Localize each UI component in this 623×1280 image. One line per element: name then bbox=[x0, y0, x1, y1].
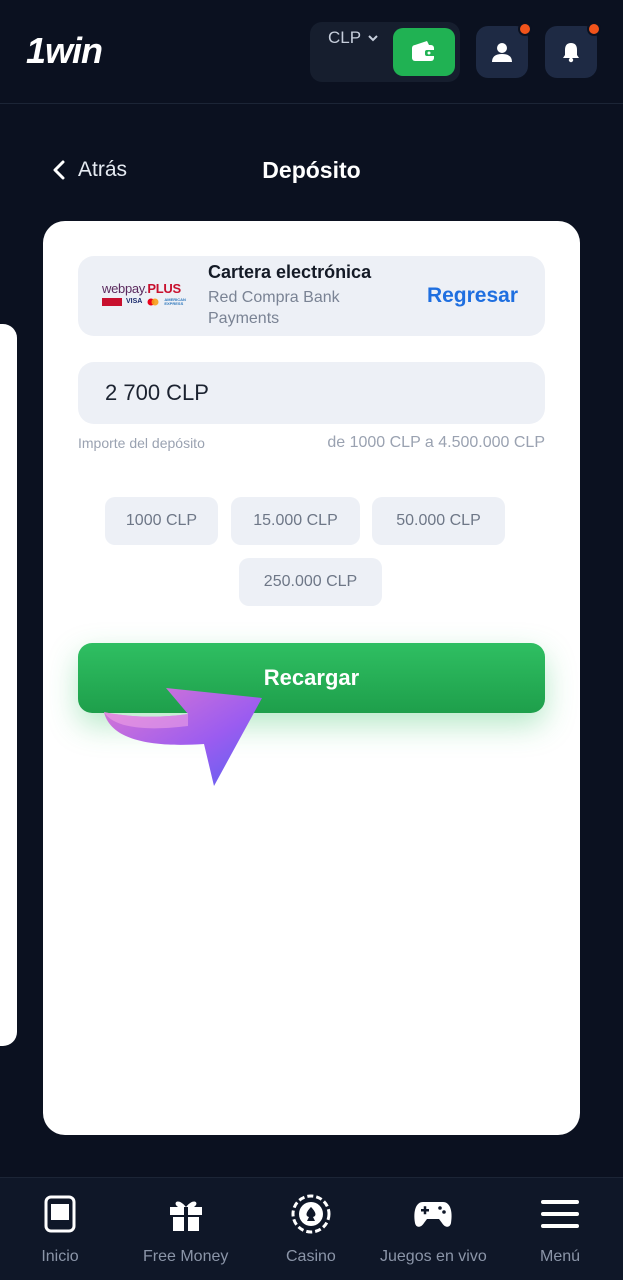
mastercard-logo-icon bbox=[147, 298, 159, 306]
nav-item-juegos-en-vivo[interactable]: Juegos en vivo bbox=[380, 1194, 487, 1266]
wallet-icon bbox=[412, 41, 436, 61]
bell-icon bbox=[563, 43, 579, 63]
webpay-logo-plus: PLUS bbox=[147, 281, 181, 296]
currency-selector[interactable]: CLP bbox=[328, 28, 379, 48]
nav-label: Menú bbox=[540, 1248, 581, 1265]
payment-method-subtitle: Red Compra Bank Payments bbox=[208, 289, 340, 327]
chevron-down-icon bbox=[368, 35, 378, 42]
webpay-plus-logo: webpay.PLUS VISA AMERICAN EXPRESS bbox=[102, 281, 192, 311]
hamburger-menu-icon bbox=[540, 1194, 580, 1234]
top-bar: 1win CLP bbox=[0, 0, 623, 104]
amount-value: 2 700 CLP bbox=[105, 380, 209, 405]
gift-icon bbox=[166, 1194, 206, 1234]
visa-logo: VISA bbox=[126, 298, 143, 305]
notifications-dot bbox=[587, 22, 601, 36]
wallet-box: CLP bbox=[310, 22, 460, 82]
user-icon bbox=[492, 43, 512, 62]
home-tablet-icon bbox=[40, 1194, 80, 1234]
currency-label: CLP bbox=[328, 28, 362, 47]
notifications-button[interactable] bbox=[545, 22, 601, 78]
amount-field[interactable]: 2 700 CLP bbox=[78, 362, 545, 424]
quick-amount-chip[interactable]: 50.000 CLP bbox=[372, 497, 505, 545]
brand-logo[interactable]: 1win bbox=[26, 30, 103, 72]
regresar-link[interactable]: Regresar bbox=[427, 284, 518, 308]
amount-label: Importe del depósito bbox=[78, 435, 205, 451]
pointer-arrow-icon bbox=[104, 688, 262, 786]
nav-item-inicio[interactable]: Inicio bbox=[40, 1194, 80, 1266]
nav-label: Inicio bbox=[41, 1248, 79, 1265]
casino-chip-icon bbox=[291, 1194, 331, 1234]
payment-method-name: Cartera electrónica bbox=[208, 262, 372, 282]
quick-amount-chip[interactable]: 1000 CLP bbox=[105, 497, 218, 545]
redcompra-logo-icon bbox=[102, 298, 122, 306]
nav-label: Free Money bbox=[143, 1248, 229, 1265]
nav-label: Casino bbox=[286, 1248, 336, 1265]
payment-method-card[interactable]: webpay.PLUS VISA AMERICAN EXPRESS Carter… bbox=[78, 256, 545, 336]
page-title: Depósito bbox=[262, 157, 361, 183]
webpay-logo-text: webpay. bbox=[102, 281, 148, 296]
gamepad-icon bbox=[413, 1194, 453, 1234]
deposit-card: webpay.PLUS VISA AMERICAN EXPRESS Carter… bbox=[43, 221, 580, 1135]
nav-item-free-money[interactable]: Free Money bbox=[143, 1194, 228, 1266]
amex-logo: AMERICAN EXPRESS bbox=[164, 297, 186, 306]
side-panel-edge bbox=[0, 324, 17, 1046]
profile-notification-dot bbox=[518, 22, 532, 36]
amount-range: de 1000 CLP a 4.500.000 CLP bbox=[327, 434, 545, 451]
profile-button[interactable] bbox=[476, 22, 532, 78]
wallet-button[interactable] bbox=[393, 28, 455, 76]
quick-amount-chip[interactable]: 15.000 CLP bbox=[231, 497, 360, 545]
bottom-navigation: Inicio Free Money Casino Juegos en vivo … bbox=[0, 1177, 623, 1280]
nav-item-menu[interactable]: Menú bbox=[540, 1194, 580, 1266]
deposit-screen: 1win CLP Atrás Depósito webpay.PLUS VISA… bbox=[0, 0, 623, 1280]
nav-label: Juegos en vivo bbox=[380, 1248, 487, 1265]
quick-amount-chip[interactable]: 250.000 CLP bbox=[239, 558, 382, 606]
nav-item-casino[interactable]: Casino bbox=[286, 1194, 336, 1266]
